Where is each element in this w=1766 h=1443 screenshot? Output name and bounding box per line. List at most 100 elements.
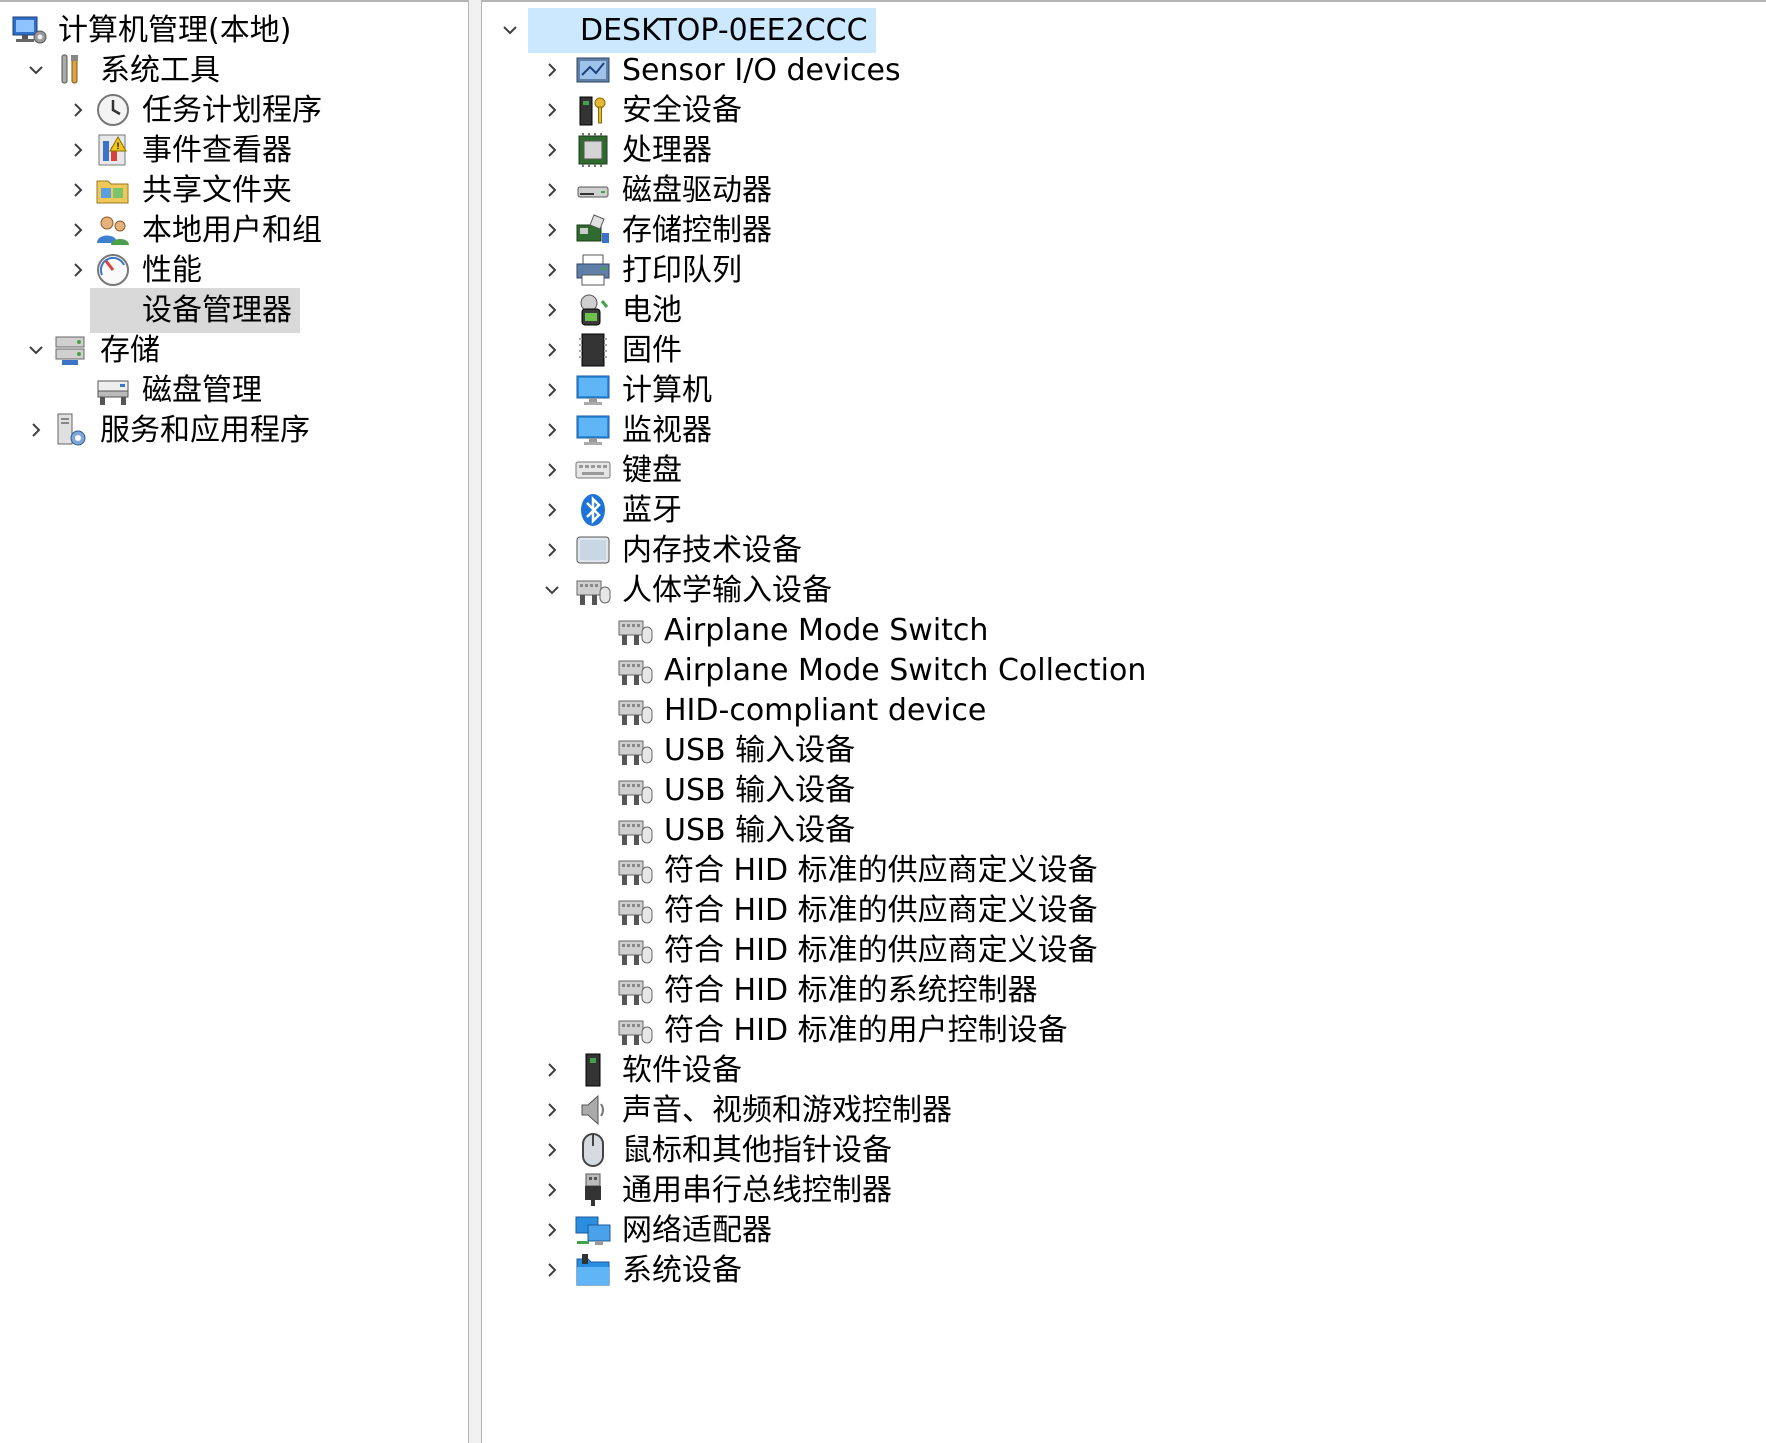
hid-device-8[interactable]: 符合 HID 标准的供应商定义设备 [482,928,1766,973]
device-category-17[interactable]: 通用串行总线控制器 [482,1168,1766,1213]
device-category-11[interactable]: 蓝牙 [482,488,1766,533]
device-category-1[interactable]: 安全设备 [482,88,1766,133]
tree-item-label: 固件 [622,333,682,368]
device-category-16[interactable]: 鼠标和其他指针设备 [482,1128,1766,1173]
expand-chevron-icon[interactable] [544,1182,560,1198]
device-category-15[interactable]: 声音、视频和游戏控制器 [482,1088,1766,1133]
nav-item-0[interactable]: 计算机管理(本地) [0,8,468,53]
hid-device-3[interactable]: USB 输入设备 [482,728,1766,773]
expand-chevron-icon[interactable] [70,102,86,118]
hid-device-2[interactable]: HID-compliant device [482,688,1766,733]
expand-chevron-icon[interactable] [544,262,560,278]
hid-icon [616,971,654,1009]
device-category-14[interactable]: 软件设备 [482,1048,1766,1093]
tree-item-label: 服务和应用程序 [100,413,310,448]
device-tree-pane[interactable]: DESKTOP-0EE2CCC Sensor I/O devices 安全设备 处理器… [482,0,1766,1443]
hid-icon [616,931,654,969]
tree-item-label: 监视器 [622,413,712,448]
nav-item-8[interactable]: 存储 [0,328,468,373]
tree-item-label: 内存技术设备 [622,533,802,568]
nav-item-1[interactable]: 系统工具 [0,48,468,93]
nav-item-9[interactable]: 磁盘管理 [0,368,468,413]
device-category-0[interactable]: Sensor I/O devices [482,48,1766,93]
expand-chevron-icon[interactable] [544,302,560,318]
hid-device-5[interactable]: USB 输入设备 [482,808,1766,853]
device-root-node[interactable]: DESKTOP-0EE2CCC [482,8,1766,53]
printer-icon [574,251,612,289]
nav-item-6[interactable]: 性能 [0,248,468,293]
tree-item-label: 打印队列 [622,253,742,288]
expand-chevron-icon[interactable] [28,422,44,438]
nav-item-5[interactable]: 本地用户和组 [0,208,468,253]
hid-device-9[interactable]: 符合 HID 标准的系统控制器 [482,968,1766,1013]
device-category-18[interactable]: 网络适配器 [482,1208,1766,1253]
console-tree-pane[interactable]: 计算机管理(本地) 系统工具 任务计划程序! 事件查看器 共享文件夹本地用户和组 性能 设备… [0,0,468,1443]
tree-item-label: 符合 HID 标准的供应商定义设备 [664,933,1098,968]
device-category-13[interactable]: 人体学输入设备 [482,568,1766,613]
device-category-2[interactable]: 处理器 [482,128,1766,173]
computer-icon [574,371,612,409]
hid-device-6[interactable]: 符合 HID 标准的供应商定义设备 [482,848,1766,893]
device-category-7[interactable]: 固件 [482,328,1766,373]
software-device-icon [574,1051,612,1089]
device-category-3[interactable]: 磁盘驱动器 [482,168,1766,213]
nav-item-7[interactable]: 设备管理器 [0,288,468,333]
expand-chevron-icon[interactable] [544,62,560,78]
tree-item-label: 网络适配器 [622,1213,772,1248]
hid-device-4[interactable]: USB 输入设备 [482,768,1766,813]
hid-icon [574,571,612,609]
expand-chevron-icon[interactable] [544,222,560,238]
expand-chevron-icon[interactable] [544,542,560,558]
expand-chevron-icon[interactable] [544,1102,560,1118]
disk-drive-icon [574,171,612,209]
device-category-19[interactable]: 系统设备 [482,1248,1766,1293]
hid-device-10[interactable]: 符合 HID 标准的用户控制设备 [482,1008,1766,1053]
hid-device-0[interactable]: Airplane Mode Switch [482,608,1766,653]
nav-item-2[interactable]: 任务计划程序 [0,88,468,133]
expand-chevron-icon[interactable] [544,1062,560,1078]
hid-device-1[interactable]: Airplane Mode Switch Collection [482,648,1766,693]
device-category-5[interactable]: 打印队列 [482,248,1766,293]
expand-chevron-icon[interactable] [70,262,86,278]
security-device-icon [574,91,612,129]
device-category-4[interactable]: 存储控制器 [482,208,1766,253]
bluetooth-icon [574,491,612,529]
nav-item-4[interactable]: 共享文件夹 [0,168,468,213]
tree-item-label: 本地用户和组 [142,213,322,248]
expand-chevron-icon[interactable] [544,142,560,158]
tree-item-label: 鼠标和其他指针设备 [622,1133,892,1168]
nav-item-10[interactable]: 服务和应用程序 [0,408,468,453]
expand-chevron-icon[interactable] [544,102,560,118]
tree-item-label: 磁盘驱动器 [622,173,772,208]
expand-chevron-icon[interactable] [544,182,560,198]
nav-item-3[interactable]: ! 事件查看器 [0,128,468,173]
expand-chevron-icon[interactable] [544,502,560,518]
expand-chevron-icon[interactable] [544,382,560,398]
expand-chevron-icon[interactable] [544,462,560,478]
expand-chevron-icon[interactable] [544,1142,560,1158]
network-adapter-icon [574,1211,612,1249]
device-category-9[interactable]: 监视器 [482,408,1766,453]
expand-chevron-icon[interactable] [70,182,86,198]
tree-item-label: 声音、视频和游戏控制器 [622,1093,952,1128]
expand-chevron-icon[interactable] [544,1262,560,1278]
expand-chevron-icon[interactable] [70,222,86,238]
collapse-chevron-icon[interactable] [28,62,44,78]
tree-item-label: 软件设备 [622,1053,742,1088]
expand-chevron-icon[interactable] [544,342,560,358]
device-category-10[interactable]: 键盘 [482,448,1766,493]
hid-device-7[interactable]: 符合 HID 标准的供应商定义设备 [482,888,1766,933]
device-category-12[interactable]: 内存技术设备 [482,528,1766,573]
collapse-chevron-icon[interactable] [502,22,518,38]
collapse-chevron-icon[interactable] [28,342,44,358]
expand-chevron-icon[interactable] [544,422,560,438]
device-category-8[interactable]: 计算机 [482,368,1766,413]
collapse-chevron-icon[interactable] [544,582,560,598]
pane-splitter[interactable] [468,0,482,1443]
expand-chevron-icon[interactable] [544,1222,560,1238]
tree-item-label: 存储 [100,333,160,368]
expand-chevron-icon[interactable] [70,142,86,158]
device-category-6[interactable]: 电池 [482,288,1766,333]
tree-item-label: HID-compliant device [664,693,987,728]
tree-item-label: 共享文件夹 [142,173,292,208]
